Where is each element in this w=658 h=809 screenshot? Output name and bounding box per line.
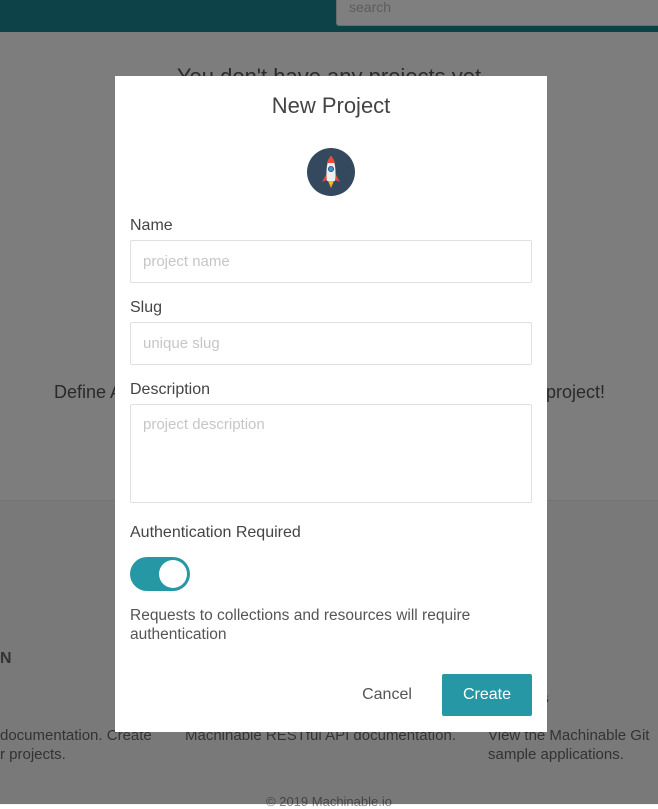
slug-label: Slug — [130, 299, 163, 316]
project-slug-input[interactable] — [130, 322, 532, 365]
dialog-title: New Project — [271, 93, 391, 118]
description-label: Description — [130, 381, 211, 398]
authentication-required-label: Authentication Required — [130, 524, 301, 541]
cancel-button[interactable]: Cancel — [351, 674, 423, 716]
authentication-toggle[interactable] — [130, 557, 190, 591]
project-name-input[interactable] — [130, 240, 532, 283]
authentication-hint: Requests to collections and resources wi… — [130, 607, 471, 643]
project-description-input[interactable] — [130, 404, 532, 503]
toggle-knob — [159, 560, 187, 588]
new-project-dialog: New Project Name Slug Description Authen… — [115, 76, 547, 732]
create-button[interactable]: Create — [442, 674, 532, 716]
name-label: Name — [130, 217, 173, 234]
rocket-icon — [307, 148, 355, 196]
